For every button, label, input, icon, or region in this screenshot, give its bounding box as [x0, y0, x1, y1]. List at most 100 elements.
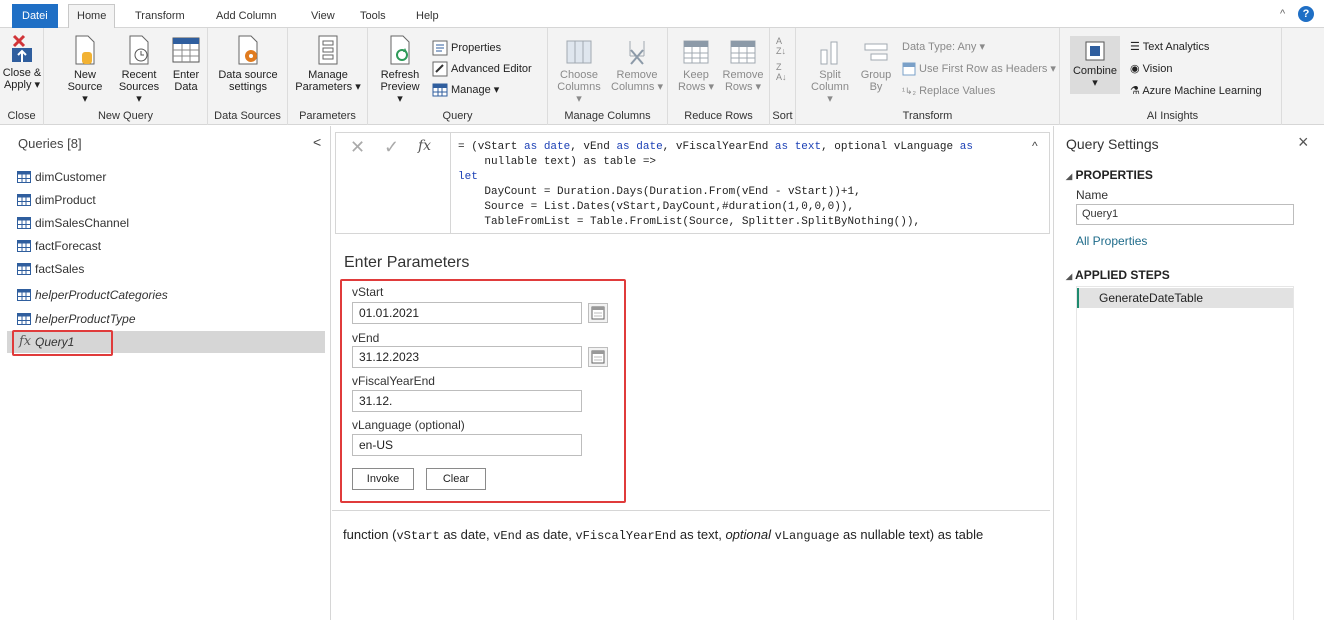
- split-column-icon: [820, 41, 838, 65]
- close-icon[interactable]: ×: [1298, 132, 1309, 153]
- fx-icon[interactable]: fx: [418, 138, 431, 154]
- parameters-group-label: Parameters: [299, 110, 356, 122]
- replace-values-icon: ¹↳₂: [902, 86, 917, 96]
- table-icon: [17, 263, 31, 275]
- new-source-button[interactable]: New Source ▾: [66, 34, 104, 105]
- keep-rows-button[interactable]: Keep Rows ▾: [674, 38, 718, 93]
- applied-step-item[interactable]: GenerateDateTable: [1077, 288, 1293, 308]
- formula-line-2[interactable]: nullable text) as table =>: [458, 155, 656, 170]
- table-icon: [17, 194, 31, 206]
- formula-line-5[interactable]: Source = List.Dates(vStart,DayCount,#dur…: [458, 200, 854, 215]
- data-source-settings-button[interactable]: Data source settings: [214, 34, 282, 93]
- tab-datei[interactable]: Datei: [12, 4, 58, 28]
- cancel-icon[interactable]: ✕: [350, 137, 365, 158]
- close-apply-button[interactable]: Close & Apply ▾: [2, 34, 42, 91]
- remove-columns-button[interactable]: Remove Columns ▾: [610, 38, 664, 93]
- vlanguage-input[interactable]: en-US: [352, 434, 582, 456]
- applied-steps-list: [1076, 286, 1294, 620]
- query-item[interactable]: dimProduct: [7, 189, 325, 211]
- query-item[interactable]: dimCustomer: [7, 166, 325, 188]
- manage-columns-group: Choose Columns ▾ Remove Columns ▾ Manage C…: [548, 28, 668, 125]
- table-icon: [902, 62, 916, 76]
- flask-icon: ⚗: [1130, 85, 1140, 97]
- query-item[interactable]: factForecast: [7, 235, 325, 257]
- properties-button[interactable]: Properties: [432, 40, 501, 56]
- advanced-editor-button[interactable]: Advanced Editor: [432, 61, 532, 77]
- refresh-preview-button[interactable]: Refresh Preview ▾: [378, 34, 422, 105]
- tab-tools[interactable]: Tools: [352, 6, 394, 28]
- table-icon: [17, 313, 31, 325]
- sort-group-label: Sort: [772, 110, 793, 122]
- use-first-row-button[interactable]: Use First Row as Headers ▾: [902, 62, 1056, 76]
- eye-icon: ◉: [1130, 63, 1140, 75]
- text-analytics-button[interactable]: ☰ Text Analytics: [1130, 40, 1209, 54]
- vstart-calendar-button[interactable]: [588, 303, 608, 323]
- vend-input[interactable]: 31.12.2023: [352, 346, 582, 368]
- remove-rows-button[interactable]: Remove Rows ▾: [720, 38, 766, 93]
- query-item[interactable]: helperProductCategories: [7, 284, 325, 306]
- combine-button[interactable]: Combine ▾: [1070, 36, 1120, 94]
- vision-button[interactable]: ◉ Vision: [1130, 62, 1172, 76]
- tab-help[interactable]: Help: [408, 6, 447, 28]
- tab-view[interactable]: View: [303, 6, 343, 28]
- collapse-formula-icon[interactable]: ^: [1032, 139, 1038, 153]
- formula-line-1[interactable]: = (vStart as date, vEnd as date, vFiscal…: [458, 140, 973, 155]
- formula-line-3[interactable]: let: [458, 170, 478, 185]
- table-icon: [17, 240, 31, 252]
- split-column-button[interactable]: Split Column ▾: [808, 38, 852, 105]
- manage-query-button[interactable]: Manage ▾: [432, 82, 499, 98]
- tab-add-column[interactable]: Add Column: [208, 6, 285, 28]
- vfiscalyearend-input[interactable]: 31.12.: [352, 390, 582, 412]
- replace-values-button[interactable]: ¹↳₂ Replace Values: [902, 84, 995, 98]
- properties-header[interactable]: ◢ PROPERTIES: [1066, 168, 1153, 182]
- all-properties-link[interactable]: All Properties: [1076, 234, 1147, 248]
- vstart-input[interactable]: 01.01.2021: [352, 302, 582, 324]
- ribbon: Close & Apply ▾ Close New Source ▾ Recent S…: [0, 28, 1324, 125]
- reduce-rows-group-label: Reduce Rows: [684, 110, 753, 122]
- sort-descending-icon[interactable]: Z A↓: [776, 62, 787, 82]
- query-settings-pane: Query Settings × ◢ PROPERTIES Name Query…: [1053, 126, 1324, 620]
- data-type-dropdown[interactable]: Data Type: Any ▾: [902, 40, 985, 54]
- transform-group: Split Column ▾ Group By Data Type: Any ▾ U…: [796, 28, 1060, 125]
- tab-home[interactable]: Home: [68, 4, 116, 29]
- formula-line-4[interactable]: DayCount = Duration.Days(Duration.From(v…: [458, 185, 860, 200]
- name-input[interactable]: Query1: [1076, 204, 1294, 225]
- collapse-ribbon-icon[interactable]: ^: [1280, 8, 1285, 20]
- applied-steps-header[interactable]: ◢ APPLIED STEPS: [1066, 268, 1170, 282]
- calendar-icon: [591, 350, 605, 364]
- manage-parameters-button[interactable]: Manage Parameters ▾: [292, 34, 364, 93]
- close-group: Close & Apply ▾ Close: [0, 28, 44, 125]
- choose-columns-button[interactable]: Choose Columns ▾: [554, 38, 604, 105]
- queries-pane: Queries [8] < dimCustomer dimProduct dim…: [0, 126, 331, 620]
- sort-group: A Z↓ Z A↓ Sort: [770, 28, 796, 125]
- formula-line-6[interactable]: TableFromList = Table.FromList(Source, S…: [458, 215, 920, 230]
- collapse-queries-icon[interactable]: <: [313, 134, 321, 150]
- combine-icon: [1085, 41, 1105, 61]
- data-source-settings-icon: [238, 35, 258, 65]
- tab-transform[interactable]: Transform: [127, 6, 193, 28]
- close-group-label: Close: [7, 110, 36, 122]
- table-icon: [17, 217, 31, 229]
- main-content: ✕ ✓ fx = (vStart as date, vEnd as date, …: [332, 126, 1052, 620]
- close-apply-icon: [12, 34, 32, 62]
- invoke-button[interactable]: Invoke: [352, 468, 414, 490]
- help-icon[interactable]: ?: [1298, 6, 1314, 22]
- enter-data-button[interactable]: Enter Data: [168, 34, 204, 93]
- sort-ascending-icon[interactable]: A Z↓: [776, 36, 786, 56]
- query-item[interactable]: dimSalesChannel: [7, 212, 325, 234]
- table-icon: [432, 83, 448, 97]
- query-item-label: factForecast: [35, 239, 102, 253]
- recent-sources-button[interactable]: Recent Sources ▾: [116, 34, 162, 105]
- new-query-group-label: New Query: [97, 110, 154, 122]
- query-item[interactable]: factSales: [7, 258, 325, 280]
- group-by-button[interactable]: Group By: [856, 38, 896, 93]
- clear-button[interactable]: Clear: [426, 468, 486, 490]
- vstart-label: vStart: [352, 285, 384, 299]
- query-settings-title: Query Settings: [1066, 136, 1159, 152]
- vend-calendar-button[interactable]: [588, 347, 608, 367]
- query-item-label: dimSalesChannel: [35, 216, 130, 230]
- query-item[interactable]: helperProductType: [7, 308, 325, 330]
- properties-icon: [432, 40, 448, 56]
- commit-icon[interactable]: ✓: [384, 137, 399, 158]
- azure-ml-button[interactable]: ⚗ Azure Machine Learning: [1130, 84, 1262, 98]
